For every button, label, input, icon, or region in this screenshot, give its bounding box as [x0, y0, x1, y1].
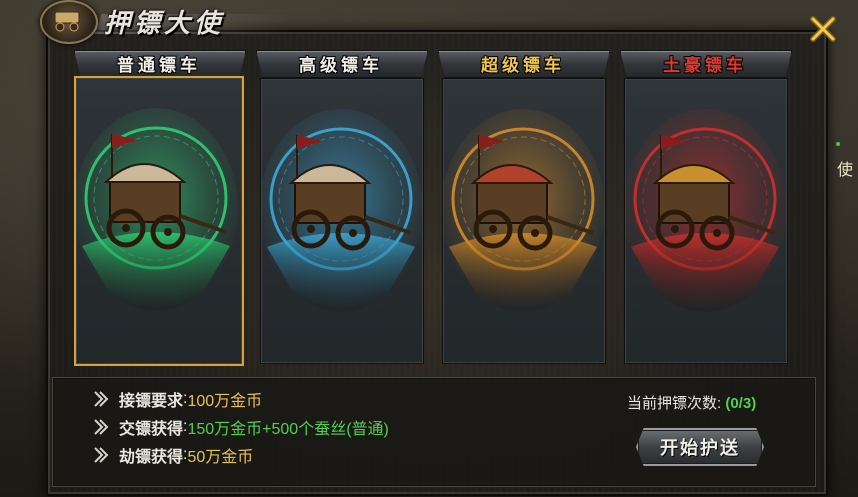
card-title: 超级镖车	[481, 56, 565, 76]
close-icon	[810, 16, 836, 42]
card-title: 普通镖车	[117, 56, 201, 76]
rob-reward-label: 劫镖获得	[119, 449, 184, 466]
advanced-cart-icon	[261, 109, 423, 312]
rob-reward-row: 劫镖获得 : 50万金币	[93, 444, 253, 466]
card-normal-cart[interactable]: 普通镖车	[74, 50, 246, 366]
cart-emblem-icon	[40, 0, 98, 44]
card-title: 高级镖车	[299, 56, 383, 76]
delivery-reward-row: 交镖获得 : 150万金币+500个蚕丝(普通)	[93, 416, 389, 438]
escort-count-label: 当前押镖次数:	[627, 395, 722, 412]
card-advanced-cart[interactable]: 高级镖车	[256, 50, 428, 366]
start-escort-button[interactable]: 开始护送	[636, 428, 764, 466]
tycoon-cart-icon	[625, 109, 787, 312]
chevron-right-icon	[94, 447, 109, 463]
window-title-bar: 押镖大使	[38, 0, 292, 44]
escort-count: 当前押镖次数: (0/3)	[627, 392, 756, 413]
start-escort-label: 开始护送	[660, 438, 740, 459]
card-title: 土豪镖车	[663, 56, 747, 76]
card-super-cart[interactable]: 超级镖车	[438, 50, 610, 366]
delivery-reward-value: 150万金币+500个蚕丝(普通)	[187, 421, 389, 438]
card-image-area	[624, 78, 788, 364]
side-tab[interactable]: 使	[832, 150, 858, 190]
card-image-area	[442, 78, 606, 364]
requirement-value: 100万金币	[187, 393, 263, 410]
card-tycoon-cart[interactable]: 土豪镖车	[620, 50, 792, 366]
requirement-label: 接镖要求	[119, 393, 184, 410]
chevron-right-icon	[94, 419, 109, 435]
window-title: 押镖大使	[104, 9, 225, 39]
card-image-area	[260, 78, 424, 364]
super-cart-icon	[443, 109, 605, 312]
rob-reward-value: 50万金币	[187, 449, 254, 466]
info-panel: 接镖要求 : 100万金币 交镖获得 : 150万金币+500个蚕丝(普通) 劫…	[52, 377, 816, 487]
delivery-reward-label: 交镖获得	[119, 421, 184, 438]
escort-count-value: (0/3)	[725, 395, 757, 412]
side-tab-indicator	[836, 142, 840, 146]
close-button[interactable]	[808, 14, 838, 44]
requirement-row: 接镖要求 : 100万金币	[93, 388, 262, 410]
card-image-area	[74, 76, 244, 366]
chevron-right-icon	[94, 391, 109, 407]
normal-cart-icon	[76, 108, 238, 311]
